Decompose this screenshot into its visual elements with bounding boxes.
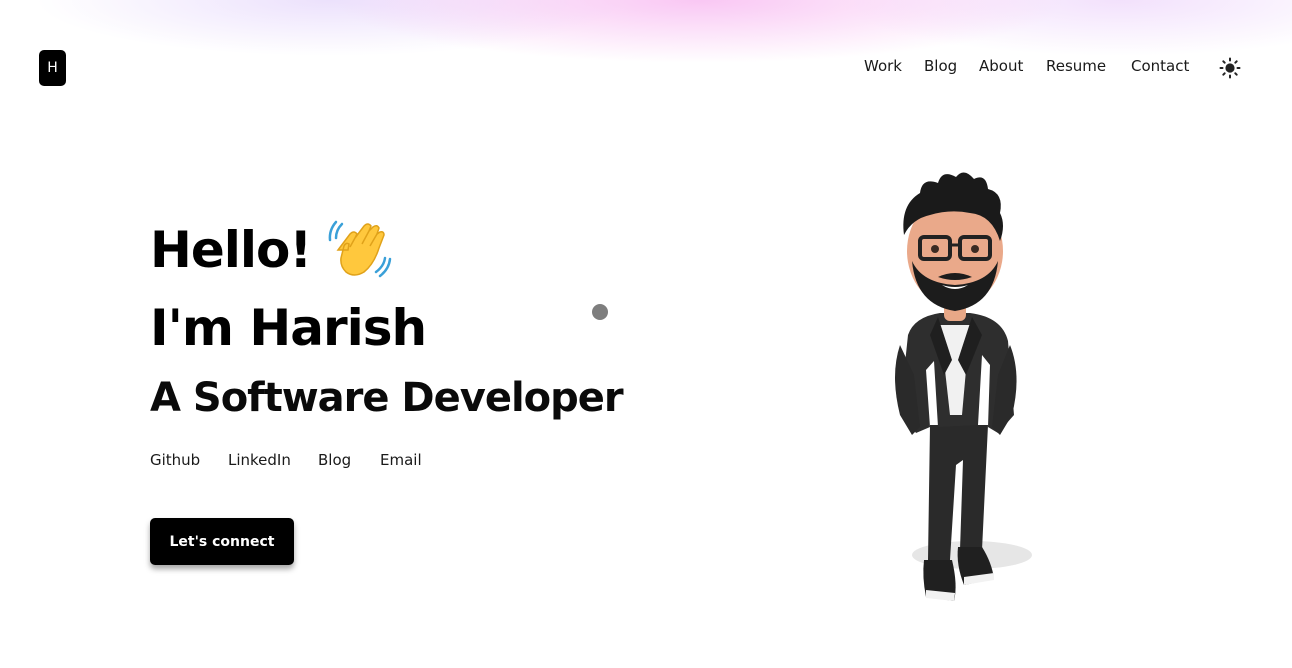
nav-blog[interactable]: Blog bbox=[924, 57, 957, 75]
cursor-dot bbox=[592, 304, 608, 320]
link-linkedin[interactable]: LinkedIn bbox=[228, 451, 291, 469]
sun-icon[interactable] bbox=[1219, 57, 1241, 79]
hero-name: I'm Harish bbox=[150, 299, 427, 357]
avatar-illustration bbox=[860, 165, 1050, 610]
site-logo[interactable]: H bbox=[39, 50, 66, 86]
nav-resume[interactable]: Resume bbox=[1046, 57, 1106, 75]
link-email[interactable]: Email bbox=[380, 451, 422, 469]
nav-work[interactable]: Work bbox=[864, 57, 902, 75]
lets-connect-button[interactable]: Let's connect bbox=[150, 518, 294, 565]
nav-about[interactable]: About bbox=[979, 57, 1023, 75]
link-blog[interactable]: Blog bbox=[318, 451, 351, 469]
link-github[interactable]: Github bbox=[150, 451, 200, 469]
nav-contact[interactable]: Contact bbox=[1131, 57, 1189, 75]
hero-greeting: Hello! bbox=[150, 221, 312, 279]
hero-role: A Software Developer bbox=[150, 375, 624, 421]
header-background-glow bbox=[0, 0, 1292, 160]
logo-letter: H bbox=[47, 60, 58, 76]
waving-hand-icon bbox=[324, 214, 394, 284]
